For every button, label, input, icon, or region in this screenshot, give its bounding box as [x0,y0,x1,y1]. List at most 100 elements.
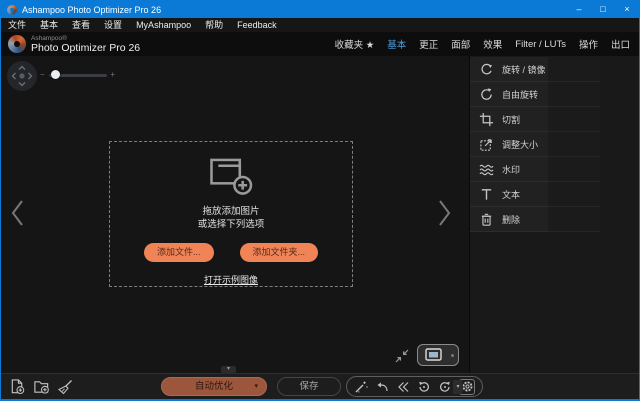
menu-settings[interactable]: 设置 [104,18,122,32]
tool-label: 自由旋转 [502,88,538,101]
close-button[interactable]: × [615,1,639,18]
app-window: Ashampoo Photo Optimizer Pro 26 – □ × 文件… [0,0,640,401]
tool-free-rotate[interactable]: 自由旋转 [470,82,600,107]
tab-face[interactable]: 面部 [451,37,470,51]
trash-icon [478,211,494,227]
drop-zone[interactable]: 拖放添加图片 或选择下列选项 添加文件... 添加文件夹... 打开示例图像 [109,141,353,287]
tool-label: 文本 [502,188,520,201]
menu-myashampoo[interactable]: MyAshampoo [136,18,191,32]
save-button[interactable]: 保存 [277,377,341,396]
dropzone-buttons: 添加文件... 添加文件夹... [144,243,318,262]
text-icon [478,186,494,202]
tool-label: 调整大小 [502,138,538,151]
bottom-toolbar: ▾ [1,373,639,399]
brand-product: Photo Optimizer Pro 26 [31,42,140,54]
tool-crop[interactable]: 切割 [470,107,600,132]
panel-collapse-handle[interactable]: ▾ [221,366,236,374]
add-files-button[interactable]: 添加文件... [144,243,214,262]
collapse-arrows-icon [395,349,409,363]
clear-list-button[interactable] [57,379,73,395]
add-folder-button[interactable]: 添加文件夹... [240,243,319,262]
tab-effects[interactable]: 效果 [483,37,502,51]
header: Ashampoo® Photo Optimizer Pro 26 收藏夹 ★ 基… [1,32,639,56]
dropzone-text: 拖放添加图片 或选择下列选项 [198,205,265,231]
tab-operations[interactable]: 操作 [579,37,598,51]
undo-icon [375,380,389,394]
bottom-left-actions [9,378,73,395]
tool-text[interactable]: 文本 [470,182,600,207]
add-file-button[interactable] [9,378,26,395]
fit-to-window-button[interactable] [395,349,409,363]
menu-view[interactable]: 查看 [72,18,90,32]
next-image-button[interactable] [436,198,453,228]
tool-label: 切割 [502,113,520,126]
undo-all-icon [396,380,410,394]
auto-optimize-label: 自动优化 [195,381,233,392]
undo-all-button[interactable] [396,380,410,394]
menu-basic[interactable]: 基本 [40,18,58,32]
tool-resize[interactable]: 调整大小 [470,132,600,157]
crop-icon [478,111,494,127]
dropzone-line1: 拖放添加图片 [198,205,265,218]
pan-control[interactable] [7,61,37,91]
rotate-mirror-icon [478,61,494,77]
minimize-button[interactable]: – [567,1,591,18]
resize-icon [478,136,494,152]
tab-favorites[interactable]: 收藏夹 ★ [335,37,375,51]
tool-label: 旋转 / 镜像 [502,63,546,76]
tab-export[interactable]: 出口 [611,37,630,51]
tools-sidebar: 旋转 / 镜像 自由旋转 切割 [469,56,639,373]
zoom-in-label: + [110,70,115,80]
compare-toggle-dot [451,354,454,357]
magic-wand-icon [354,380,368,394]
previous-image-button[interactable] [9,198,26,228]
tool-label: 删除 [502,213,520,226]
nav-tabs: 收藏夹 ★ 基本 更正 面部 效果 Filter / LUTs 操作 出口 [335,37,639,51]
window-title: Ashampoo Photo Optimizer Pro 26 [22,5,161,15]
dropzone-line2: 或选择下列选项 [198,218,265,231]
menu-file[interactable]: 文件 [8,18,26,32]
ashampoo-logo-icon [8,35,26,53]
broom-icon [57,379,73,395]
zoom-out-label: − [40,70,45,80]
monitor-icon [425,348,442,362]
titlebar: Ashampoo Photo Optimizer Pro 26 – □ × [1,1,639,18]
zoom-slider[interactable]: − + [47,70,113,80]
rotate-right-button[interactable] [438,380,452,394]
tool-watermark[interactable]: 水印 [470,157,600,182]
free-rotate-icon [478,86,494,102]
chevron-right-icon [436,198,453,228]
watermark-icon [478,161,494,177]
add-folder-icon [33,378,50,395]
main-area: − + [1,56,639,373]
tool-rotate-mirror[interactable]: 旋转 / 镜像 [470,57,600,82]
rotate-left-button[interactable] [417,380,431,394]
menu-help[interactable]: 帮助 [205,18,223,32]
tool-delete[interactable]: 删除 [470,207,600,232]
app-icon [7,5,17,15]
maximize-button[interactable]: □ [591,1,615,18]
menubar: 文件 基本 查看 设置 MyAshampoo 帮助 Feedback [1,18,639,32]
open-sample-image-link[interactable]: 打开示例图像 [204,273,258,286]
window-controls: – □ × [567,1,639,18]
tab-filter-luts[interactable]: Filter / LUTs [515,39,566,50]
pan-arrows-icon [7,61,37,91]
add-image-icon [208,157,254,196]
tab-basic[interactable]: 基本 [387,37,406,51]
tab-correction[interactable]: 更正 [419,37,438,51]
menu-feedback[interactable]: Feedback [237,18,277,32]
undo-button[interactable] [375,380,389,394]
zoom-slider-knob[interactable] [51,70,60,79]
rotate-right-icon [438,380,452,394]
auto-optimize-button[interactable]: 自动优化 ▾ [161,377,267,396]
auto-optimize-caret-icon[interactable]: ▾ [254,378,258,395]
brand-block: Ashampoo® Photo Optimizer Pro 26 [31,35,140,54]
magic-wand-button[interactable] [354,380,368,394]
add-folder-button[interactable] [33,378,50,395]
rotate-left-icon [417,380,431,394]
compare-view-toggle[interactable] [417,344,459,366]
brand-company: Ashampoo® [31,35,140,42]
tool-label: 水印 [502,163,520,176]
add-file-icon [9,378,26,395]
edit-group-dropdown[interactable]: ▾ [453,380,463,394]
